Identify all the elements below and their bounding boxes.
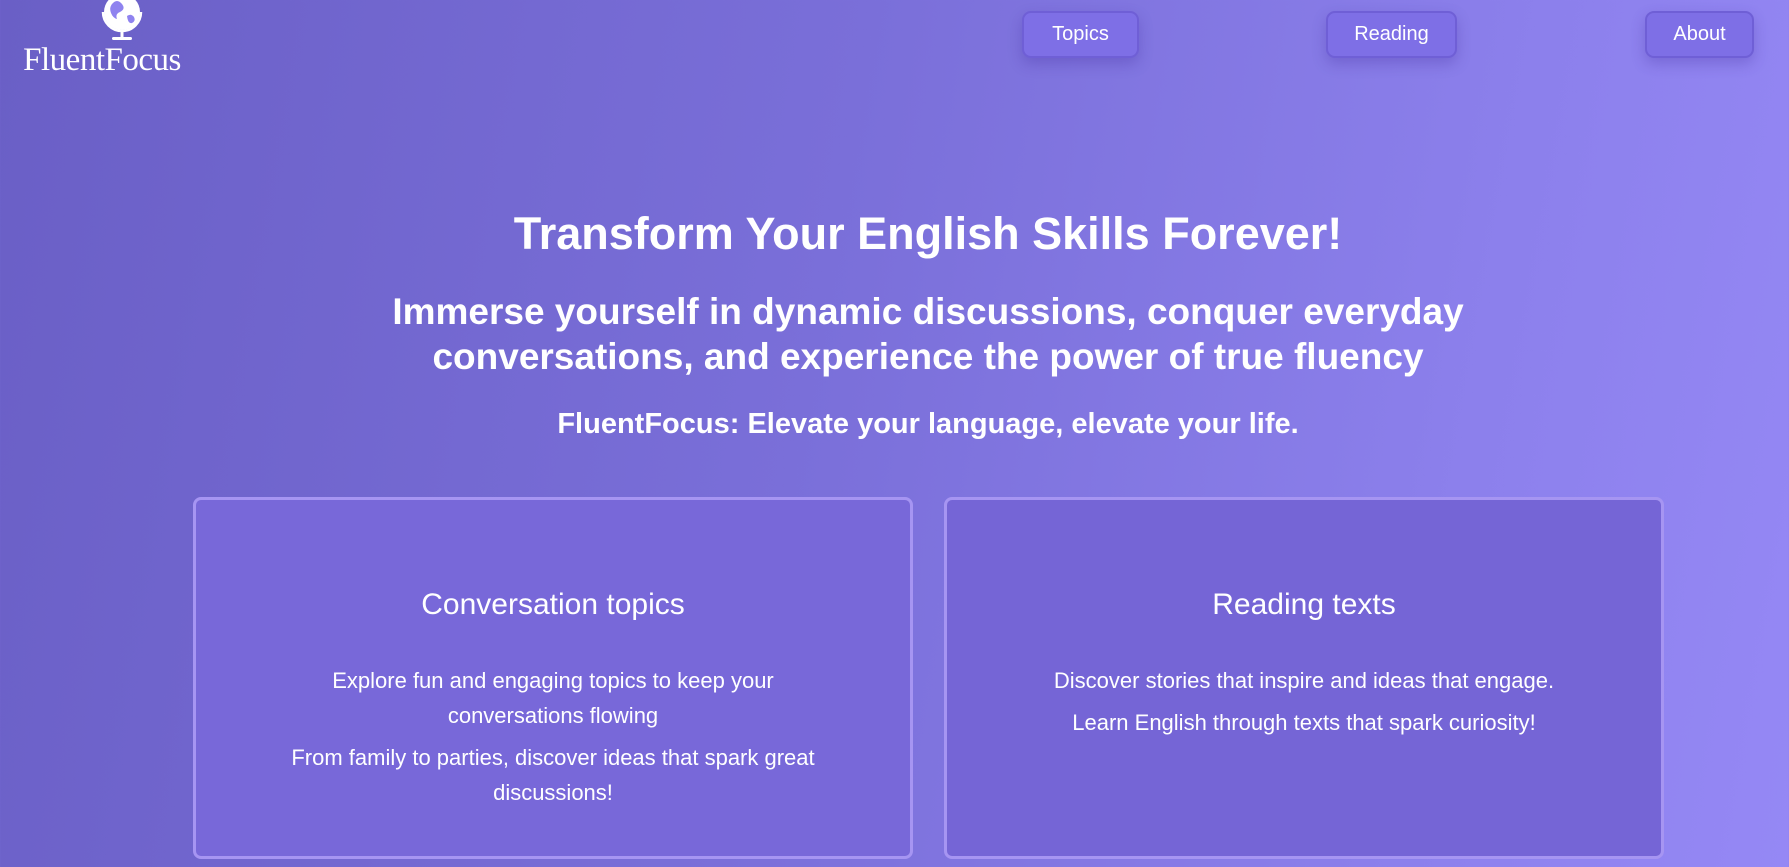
hero-title: Transform Your English Skills Forever! bbox=[513, 208, 1343, 259]
card-text: Learn English through texts that spark c… bbox=[1072, 710, 1536, 735]
card-text: Discover stories that inspire and ideas … bbox=[1053, 668, 1555, 693]
card-description: Explore fun and engaging topics to keep … bbox=[266, 663, 840, 817]
card-text: From family to parties, discover ideas t… bbox=[291, 745, 815, 805]
card-title: Conversation topics bbox=[421, 588, 685, 621]
nav-about-button[interactable]: About bbox=[1645, 11, 1754, 58]
card-text: Explore fun and engaging topics to keep … bbox=[332, 668, 774, 728]
conversation-topics-card[interactable]: Conversation topics Explore fun and enga… bbox=[193, 497, 913, 859]
nav-topics-button[interactable]: Topics bbox=[1022, 11, 1139, 58]
card-title: Reading texts bbox=[1212, 588, 1396, 621]
reading-texts-card[interactable]: Reading texts Discover stories that insp… bbox=[944, 497, 1664, 859]
hero-tagline: FluentFocus: Elevate your language, elev… bbox=[557, 408, 1299, 440]
brand-logo[interactable]: FluentFocus bbox=[12, 0, 192, 80]
globe-icon bbox=[101, 0, 143, 40]
hero-subtitle: Immerse yourself in dynamic discussions,… bbox=[392, 291, 1464, 377]
nav-reading-button[interactable]: Reading bbox=[1326, 11, 1457, 58]
brand-name: FluentFocus bbox=[23, 42, 181, 78]
card-description: Discover stories that inspire and ideas … bbox=[1017, 663, 1591, 747]
